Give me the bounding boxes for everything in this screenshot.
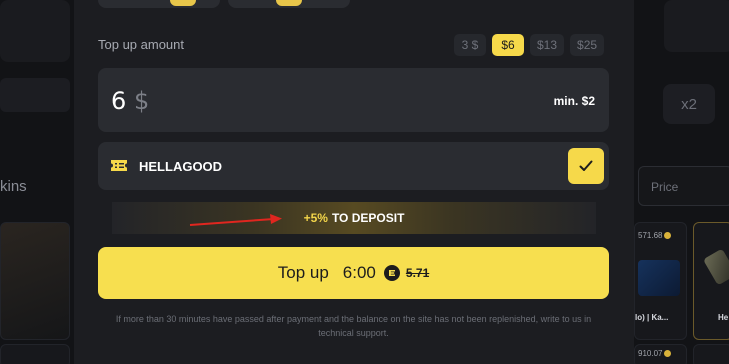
- ticket-icon: [111, 160, 127, 171]
- check-icon: [579, 160, 593, 171]
- bonus-text: TO DEPOSIT: [331, 211, 405, 225]
- skin-card[interactable]: 910.07: [634, 344, 687, 364]
- topup-button-price: 6:00: [342, 263, 376, 282]
- card-price: 910.07: [638, 349, 672, 358]
- topup-button[interactable]: Top up 6:00 5.71: [98, 247, 609, 299]
- bg-panel: [0, 0, 70, 62]
- amount-currency: $: [134, 87, 150, 115]
- old-price: 5.71: [405, 266, 430, 280]
- promo-code-value[interactable]: HELLAGOOD: [139, 159, 222, 174]
- coin-icon: [383, 265, 400, 281]
- multiplier-button[interactable]: x2: [663, 84, 715, 124]
- topup-modal: Top up amount 3 $ $6 $13 $25 6 $ min. $2…: [74, 0, 634, 364]
- payment-method-tab[interactable]: [228, 0, 350, 8]
- promo-code-field[interactable]: HELLAGOOD: [98, 142, 609, 190]
- preset-3[interactable]: 3 $: [454, 34, 486, 56]
- card-caption: He: [718, 313, 729, 322]
- preset-6[interactable]: $6: [492, 34, 524, 56]
- bg-panel: [664, 0, 729, 52]
- bonus-percent: +5%: [303, 211, 328, 225]
- payment-method-tab[interactable]: [98, 0, 220, 8]
- card-price: 571.68: [638, 231, 672, 240]
- card-caption: lo) | Ka...: [635, 313, 669, 322]
- payment-footnote: If more than 30 minutes have passed afte…: [115, 314, 592, 338]
- skin-card[interactable]: [0, 222, 70, 340]
- amount-input[interactable]: 6 $ min. $2: [98, 68, 609, 132]
- price-filter-input[interactable]: Price: [638, 166, 729, 206]
- skin-image: [638, 260, 680, 296]
- preset-13[interactable]: $13: [530, 34, 565, 56]
- apply-promo-button[interactable]: [568, 148, 604, 184]
- red-arrow-icon: [189, 214, 282, 226]
- amount-presets: 3 $ $6 $13 $25: [454, 34, 605, 56]
- skin-card[interactable]: [0, 344, 70, 364]
- preset-25[interactable]: $25: [570, 34, 605, 56]
- deposit-bonus-banner: +5% TO DEPOSIT: [112, 202, 596, 234]
- skin-card[interactable]: [693, 344, 729, 364]
- amount-value[interactable]: 6: [111, 87, 127, 115]
- min-amount-label: min. $2: [553, 94, 595, 108]
- skins-heading: kins: [0, 178, 27, 195]
- amount-label: Top up amount: [98, 37, 185, 52]
- bg-panel: [0, 78, 70, 112]
- topup-button-label: Top up: [277, 263, 329, 282]
